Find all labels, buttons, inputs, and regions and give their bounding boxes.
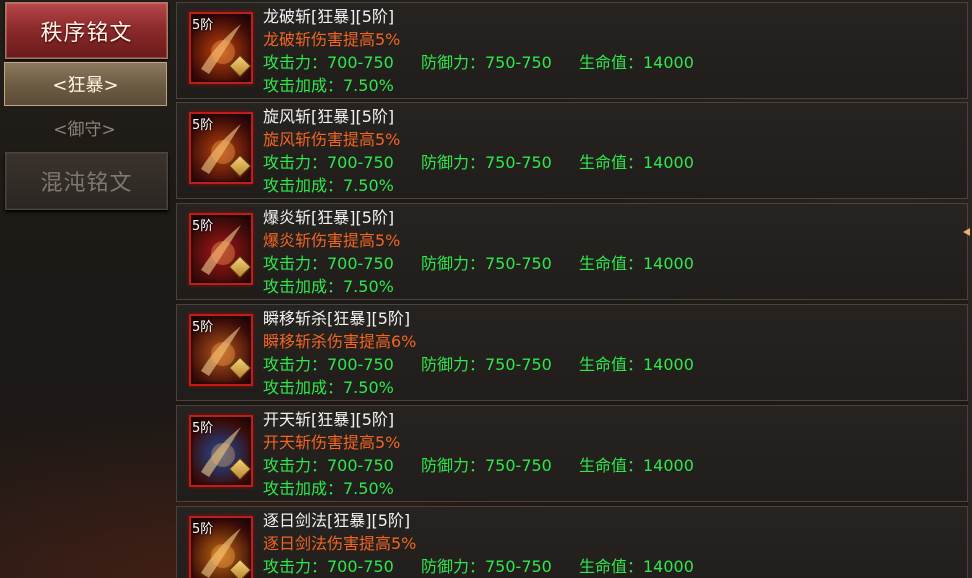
inscription-icon[interactable]: 5阶: [189, 314, 253, 386]
chaos-inscription-tab[interactable]: 混沌铭文: [5, 152, 168, 210]
scrollbar[interactable]: [968, 0, 972, 578]
inscription-details: 开天斩[狂暴][5阶] 开天斩伤害提高5% 攻击力：700-750 防御力：750-7…: [263, 408, 694, 500]
defense-stat: 防御力：750-750: [421, 456, 552, 475]
inscription-icon[interactable]: 5阶: [189, 12, 253, 84]
berserk-subtab[interactable]: <狂暴>: [4, 62, 167, 106]
attack-bonus-stat: 攻击加成：7.50%: [263, 76, 394, 95]
attack-bonus-stat: 攻击加成：7.50%: [263, 277, 394, 296]
inscription-effect: 旋风斩伤害提高5%: [263, 130, 401, 149]
attack-bonus-stat: 攻击加成：7.50%: [263, 479, 394, 498]
inscription-icon[interactable]: 5阶: [189, 213, 253, 285]
inscription-effect: 爆炎斩伤害提高5%: [263, 231, 401, 250]
attack-stat: 攻击力：700-750: [263, 254, 394, 273]
hp-stat: 生命值：14000: [579, 53, 694, 72]
inscription-effect: 开天斩伤害提高5%: [263, 433, 401, 452]
stat-row: 攻击力：700-750 防御力：750-750 生命值：14000: [263, 454, 694, 477]
inscription-details: 瞬移斩杀[狂暴][5阶] 瞬移斩杀伤害提高6% 攻击力：700-750 防御力：750…: [263, 307, 694, 399]
tier-label: 5阶: [192, 522, 214, 537]
order-inscription-tab[interactable]: 秩序铭文: [5, 2, 168, 59]
guard-subtab[interactable]: <御守>: [4, 112, 165, 142]
defense-stat: 防御力：750-750: [421, 53, 552, 72]
attack-stat: 攻击力：700-750: [263, 153, 394, 172]
tier-label: 5阶: [192, 421, 214, 436]
inscription-icon[interactable]: 5阶: [189, 415, 253, 487]
inscription-effect: 瞬移斩杀伤害提高6%: [263, 332, 417, 351]
hp-stat: 生命值：14000: [579, 254, 694, 273]
inscription-title: 爆炎斩[狂暴][5阶]: [263, 208, 395, 227]
arrow-indicator-icon: [963, 228, 970, 236]
inscription-card[interactable]: 5阶 旋风斩[狂暴][5阶] 旋风斩伤害提高5% 攻击力：700-750 防御力：750…: [176, 102, 968, 199]
defense-stat: 防御力：750-750: [421, 355, 552, 374]
inscription-card[interactable]: 5阶 爆炎斩[狂暴][5阶] 爆炎斩伤害提高5% 攻击力：700-750 防御力：750…: [176, 203, 968, 300]
stat-row: 攻击力：700-750 防御力：750-750 生命值：14000: [263, 555, 694, 578]
attack-stat: 攻击力：700-750: [263, 456, 394, 475]
inscription-card[interactable]: 5阶 龙破斩[狂暴][5阶] 龙破斩伤害提高5% 攻击力：700-750 防御力：750…: [176, 2, 968, 99]
inscription-title: 龙破斩[狂暴][5阶]: [263, 7, 395, 26]
attack-stat: 攻击力：700-750: [263, 53, 394, 72]
inscription-card[interactable]: 5阶 开天斩[狂暴][5阶] 开天斩伤害提高5% 攻击力：700-750 防御力：750…: [176, 405, 968, 502]
inscription-effect: 逐日剑法伤害提高5%: [263, 534, 417, 553]
tier-label: 5阶: [192, 118, 214, 133]
inscription-card[interactable]: 5阶 逐日剑法[狂暴][5阶] 逐日剑法伤害提高5% 攻击力：700-750 防御力：7…: [176, 506, 968, 578]
tier-label: 5阶: [192, 18, 214, 33]
stat-row: 攻击力：700-750 防御力：750-750 生命值：14000: [263, 353, 694, 376]
attack-stat: 攻击力：700-750: [263, 557, 394, 576]
tier-label: 5阶: [192, 320, 214, 335]
hp-stat: 生命值：14000: [579, 153, 694, 172]
inscription-details: 旋风斩[狂暴][5阶] 旋风斩伤害提高5% 攻击力：700-750 防御力：750-7…: [263, 105, 694, 197]
inscription-title: 旋风斩[狂暴][5阶]: [263, 107, 395, 126]
inscription-details: 龙破斩[狂暴][5阶] 龙破斩伤害提高5% 攻击力：700-750 防御力：750-7…: [263, 5, 694, 97]
inscription-icon[interactable]: 5阶: [189, 516, 253, 578]
inscription-details: 逐日剑法[狂暴][5阶] 逐日剑法伤害提高5% 攻击力：700-750 防御力：750…: [263, 509, 694, 578]
hp-stat: 生命值：14000: [579, 355, 694, 374]
inscription-card[interactable]: 5阶 瞬移斩杀[狂暴][5阶] 瞬移斩杀伤害提高6% 攻击力：700-750 防御力：7…: [176, 304, 968, 401]
defense-stat: 防御力：750-750: [421, 254, 552, 273]
inscription-effect: 龙破斩伤害提高5%: [263, 30, 401, 49]
inscription-details: 爆炎斩[狂暴][5阶] 爆炎斩伤害提高5% 攻击力：700-750 防御力：750-7…: [263, 206, 694, 298]
attack-bonus-stat: 攻击加成：7.50%: [263, 176, 394, 195]
inscription-title: 开天斩[狂暴][5阶]: [263, 410, 395, 429]
inscription-list[interactable]: 5阶 龙破斩[狂暴][5阶] 龙破斩伤害提高5% 攻击力：700-750 防御力：750…: [176, 0, 968, 578]
inscription-icon[interactable]: 5阶: [189, 112, 253, 184]
inscription-title: 逐日剑法[狂暴][5阶]: [263, 511, 411, 530]
attack-stat: 攻击力：700-750: [263, 355, 394, 374]
attack-bonus-stat: 攻击加成：7.50%: [263, 378, 394, 397]
hp-stat: 生命值：14000: [579, 456, 694, 475]
tier-label: 5阶: [192, 219, 214, 234]
defense-stat: 防御力：750-750: [421, 153, 552, 172]
defense-stat: 防御力：750-750: [421, 557, 552, 576]
stat-row: 攻击力：700-750 防御力：750-750 生命值：14000: [263, 151, 694, 174]
inscription-title: 瞬移斩杀[狂暴][5阶]: [263, 309, 411, 328]
stat-row: 攻击力：700-750 防御力：750-750 生命值：14000: [263, 51, 694, 74]
hp-stat: 生命值：14000: [579, 557, 694, 576]
stat-row: 攻击力：700-750 防御力：750-750 生命值：14000: [263, 252, 694, 275]
sidebar: 秩序铭文 <狂暴> <御守> 混沌铭文: [0, 0, 172, 578]
